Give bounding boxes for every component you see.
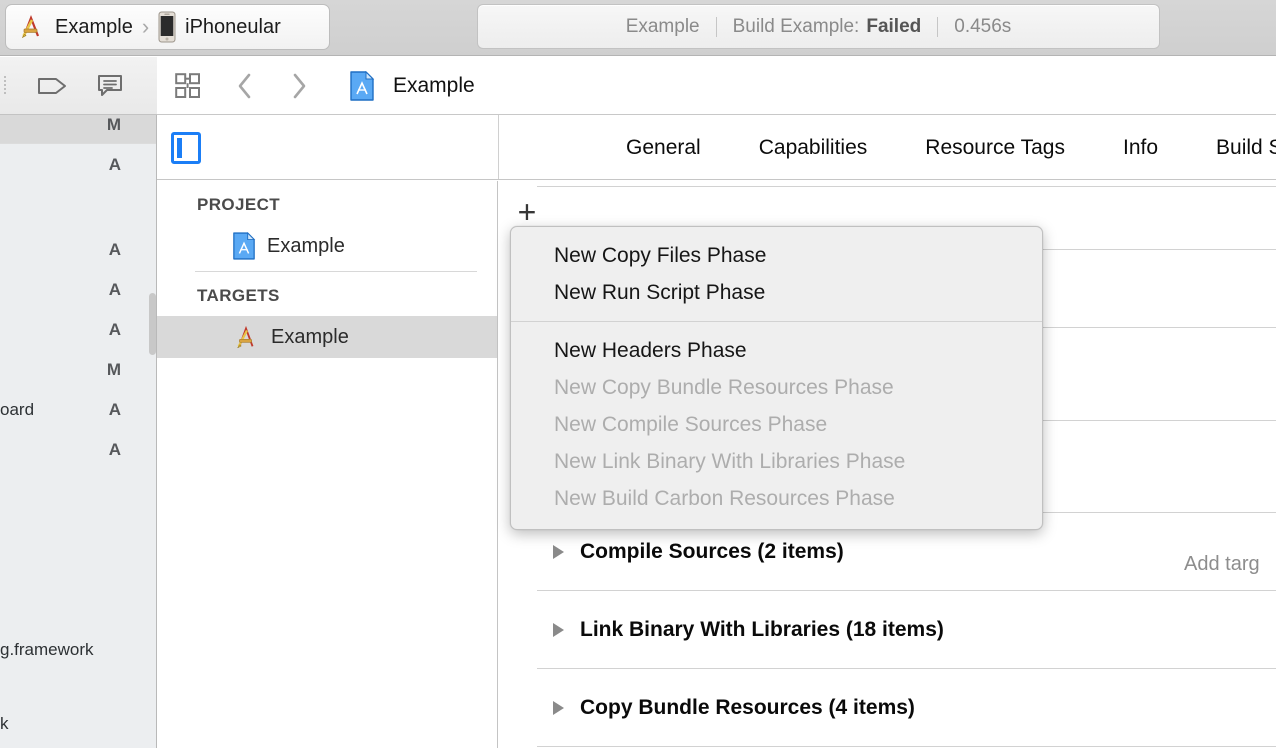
xcode-target-icon — [232, 323, 260, 351]
scheme-selector[interactable]: Example › iPhoneular — [5, 4, 330, 50]
destination-segment[interactable]: iPhoneular — [158, 11, 281, 43]
navigator-file-name: k — [0, 714, 9, 733]
tab-general[interactable]: General — [597, 136, 730, 160]
navigator-row[interactable]: M — [0, 115, 156, 143]
forward-chevron-icon[interactable] — [289, 71, 309, 101]
xcode-project-icon[interactable] — [349, 70, 375, 101]
sidebar-item-label: Example — [271, 325, 349, 348]
new-build-phase-menu[interactable]: New Copy Files Phase New Run Script Phase… — [510, 226, 1043, 530]
grid-view-icon[interactable] — [175, 72, 201, 99]
navigator-row[interactable]: oard A — [0, 392, 156, 428]
build-phase-row[interactable]: Link Binary With Libraries (18 items) — [537, 591, 1276, 669]
iphone-device-icon — [158, 11, 176, 43]
status-result: Failed — [866, 15, 922, 37]
disclosure-triangle-icon[interactable] — [553, 701, 564, 715]
navigator-filter-toolbar — [0, 57, 157, 115]
tabbar-left-divider — [498, 115, 499, 179]
xcode-project-icon — [232, 232, 256, 260]
navigator-row[interactable]: M — [0, 352, 156, 388]
comment-icon[interactable] — [96, 73, 124, 99]
navigator-row[interactable]: A — [0, 432, 156, 468]
project-editor-tab-bar: General Capabilities Resource Tags Info Buil… — [157, 115, 1276, 180]
project-navigator-panel[interactable]: M A A A A Moard A Ag.framework k — [0, 115, 157, 748]
jump-bar-title[interactable]: Example — [393, 74, 475, 98]
build-phase-label: Copy Bundle Resources (4 items) — [580, 696, 915, 719]
sidebar-item-label: Example — [267, 234, 345, 257]
menu-item-new-run-script-phase[interactable]: New Run Script Phase — [511, 274, 1042, 311]
sidebar-item-target-example[interactable]: Example — [157, 316, 497, 358]
scheme-name: Example — [55, 15, 133, 38]
navigator-row[interactable]: A — [0, 312, 156, 348]
menu-item-new-link-binary-with-libraries-phase: New Link Binary With Libraries Phase — [554, 449, 906, 473]
scm-status-badge: A — [108, 400, 121, 419]
scm-status-badge: A — [108, 240, 121, 259]
navigator-row[interactable]: A — [0, 232, 156, 268]
scheme-segment[interactable]: Example — [16, 12, 133, 42]
editor-jump-bar: Example — [157, 57, 1276, 115]
tab-build-set[interactable]: Build Set — [1187, 136, 1276, 160]
navigator-file-name: oard — [0, 400, 35, 419]
menu-separator — [511, 321, 1042, 322]
project-targets-sidebar[interactable]: PROJECT Example TARGETS Example — [157, 181, 498, 748]
menu-body[interactable]: New Copy Files Phase New Run Script Phase… — [511, 237, 1042, 517]
build-phase-row[interactable]: Copy Bundle Resources (4 items) — [537, 669, 1276, 747]
xcode-target-icon — [16, 12, 46, 42]
status-divider-2 — [937, 16, 939, 37]
window-toolbar: Example › iPhoneular Example Build Examp… — [0, 0, 1276, 56]
tab-info[interactable]: Info — [1094, 136, 1187, 160]
disclosure-triangle-icon[interactable] — [553, 545, 564, 559]
back-chevron-icon[interactable] — [235, 71, 255, 101]
activity-status-bar[interactable]: Example Build Example: Failed 0.456s — [477, 4, 1160, 49]
menu-item-new-copy-bundle-resources-phase: New Copy Bundle Resources Phase — [554, 375, 894, 399]
navigator-row-divider — [0, 143, 156, 144]
scm-status-badge: M — [106, 115, 121, 134]
menu-item-new-headers-phase[interactable]: New Headers Phase — [511, 332, 1042, 369]
scm-status-badge: A — [108, 155, 121, 174]
tab-capabilities[interactable]: Capabilities — [730, 136, 897, 160]
navigator-scrollbar-thumb[interactable] — [149, 293, 156, 355]
status-duration: 0.456s — [954, 15, 1012, 37]
status-action: Build Example: — [732, 15, 860, 37]
chevron-right-icon: › — [141, 14, 150, 39]
project-group-header: PROJECT — [197, 195, 281, 214]
build-phase-label: Compile Sources (2 items) — [580, 540, 844, 563]
scm-status-badge: A — [108, 440, 121, 459]
status-divider — [715, 16, 717, 37]
grip-icon — [0, 75, 14, 97]
tag-icon[interactable] — [36, 74, 70, 98]
tab-resource-tags[interactable]: Resource Tags — [896, 136, 1094, 160]
add-build-phase-button[interactable]: + — [513, 196, 541, 228]
row-separator — [537, 186, 1276, 187]
navigator-row[interactable]: g.framework — [0, 632, 156, 668]
scm-status-badge: A — [108, 320, 121, 339]
menu-item-new-build-carbon-resources-phase: New Build Carbon Resources Phase — [554, 486, 895, 510]
scm-status-badge: A — [108, 280, 121, 299]
navigator-file-name: g.framework — [0, 640, 94, 659]
targets-group-header: TARGETS — [197, 286, 280, 305]
menu-item-new-compile-sources-phase: New Compile Sources Phase — [554, 412, 828, 436]
disclosure-triangle-icon[interactable] — [553, 623, 564, 637]
scm-status-badge: M — [106, 360, 121, 379]
build-phase-label: Link Binary With Libraries (18 items) — [580, 618, 944, 641]
navigator-row[interactable]: A — [0, 147, 156, 183]
navigator-row[interactable]: k — [0, 706, 156, 742]
add-target-label: Add targ — [1184, 553, 1260, 575]
status-project: Example — [625, 15, 700, 37]
status-text: Example Build Example: Failed 0.456s — [625, 15, 1012, 38]
destination-name: iPhoneular — [185, 15, 281, 38]
tab-list[interactable]: General Capabilities Resource Tags Info Buil… — [597, 115, 1276, 180]
show-hide-panel-icon[interactable] — [171, 132, 201, 164]
navigator-row[interactable]: A — [0, 272, 156, 308]
sidebar-item-project-example[interactable]: Example — [157, 225, 497, 267]
menu-item-new-copy-files-phase[interactable]: New Copy Files Phase — [511, 237, 1042, 274]
